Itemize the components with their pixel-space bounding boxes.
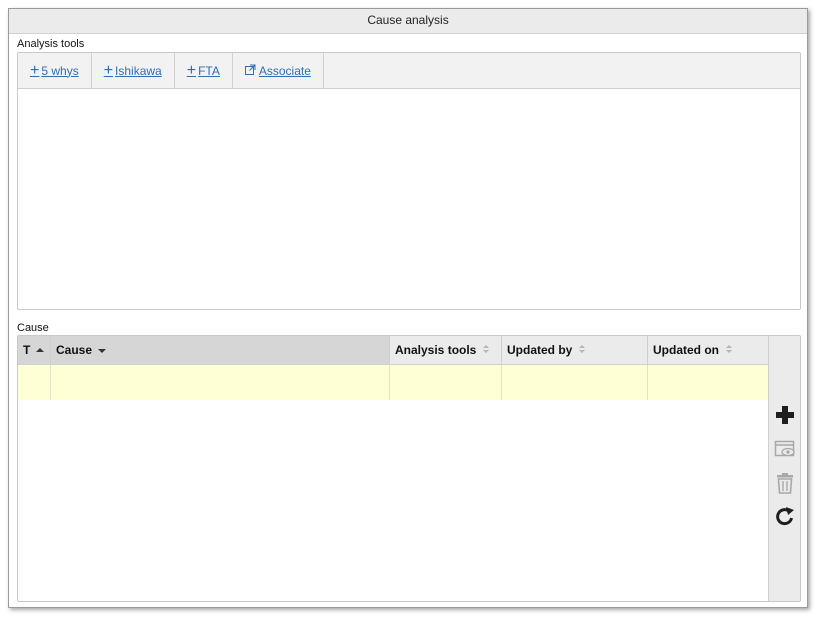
column-header-type[interactable]: T — [18, 336, 51, 364]
grid-action-bar — [768, 336, 800, 601]
plus-icon — [775, 405, 795, 428]
fta-button[interactable]: + FTA — [175, 53, 233, 88]
column-label: Updated on — [653, 343, 719, 357]
associate-button[interactable]: Associate — [233, 53, 324, 88]
cell-type — [18, 365, 51, 400]
associate-label: Associate — [258, 63, 311, 78]
delete-cause-button[interactable] — [773, 472, 797, 496]
cell-analysis-tools — [390, 365, 502, 400]
view-cause-button[interactable] — [773, 438, 797, 462]
refresh-icon — [774, 506, 796, 531]
analysis-tools-label: Analysis tools — [17, 38, 85, 50]
column-label: Updated by — [507, 343, 573, 357]
column-label: T — [23, 343, 31, 357]
plus-icon: + — [30, 61, 40, 79]
sort-descending-icon — [98, 343, 107, 357]
five-whys-label: 5 whys — [41, 63, 79, 78]
column-header-cause[interactable]: Cause — [51, 336, 390, 364]
table-row[interactable] — [18, 365, 769, 400]
ishikawa-button[interactable]: + Ishikawa — [92, 53, 175, 88]
column-label: Cause — [56, 343, 93, 357]
five-whys-button[interactable]: + 5 whys — [18, 53, 92, 88]
plus-icon: + — [103, 61, 114, 79]
column-header-analysis-tools[interactable]: Analysis tools — [390, 336, 502, 364]
cause-analysis-window: Cause analysis Analysis tools + 5 whys +… — [8, 8, 808, 608]
analysis-tools-panel: + 5 whys + Ishikawa + FTA Associate — [17, 52, 801, 310]
cell-cause — [51, 365, 390, 400]
external-link-icon — [244, 64, 256, 78]
analysis-tools-toolbar: + 5 whys + Ishikawa + FTA Associate — [18, 53, 800, 89]
view-icon — [774, 439, 796, 462]
sort-both-icon — [578, 343, 586, 357]
cell-updated-on — [648, 365, 769, 400]
sort-ascending-icon — [36, 343, 45, 357]
add-cause-button[interactable] — [773, 404, 797, 428]
sort-both-icon — [482, 343, 490, 357]
cause-grid: T Cause Analysis tools Updated by Update… — [18, 336, 769, 601]
fta-label: FTA — [198, 63, 220, 78]
column-header-updated-by[interactable]: Updated by — [502, 336, 648, 364]
cell-updated-by — [502, 365, 648, 400]
sort-both-icon — [725, 343, 733, 357]
window-title: Cause analysis — [9, 9, 807, 34]
refresh-button[interactable] — [773, 506, 797, 530]
cause-label: Cause — [17, 322, 49, 334]
ishikawa-label: Ishikawa — [115, 63, 162, 78]
column-header-updated-on[interactable]: Updated on — [648, 336, 769, 364]
column-label: Analysis tools — [395, 343, 477, 357]
trash-icon — [775, 472, 795, 497]
grid-header: T Cause Analysis tools Updated by Update… — [18, 336, 769, 365]
plus-icon: + — [186, 61, 197, 79]
cause-grid-panel: T Cause Analysis tools Updated by Update… — [17, 335, 801, 602]
